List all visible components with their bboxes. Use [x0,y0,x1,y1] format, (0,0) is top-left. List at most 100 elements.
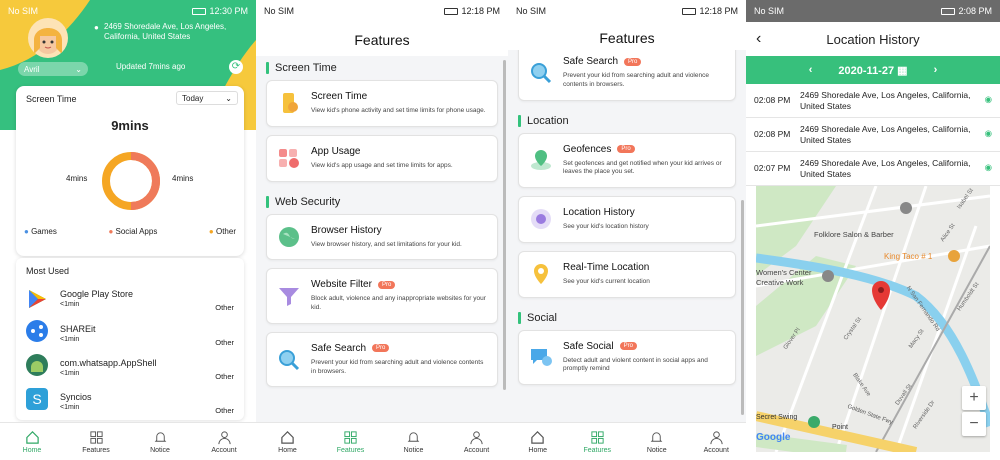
bottom-tab-bar: Home Features Notice Account [0,422,256,460]
app-category: Other [215,303,234,312]
grid-icon [89,430,103,444]
legend-label: Other [215,227,236,236]
entry-time: 02:07 PM [754,163,791,173]
feature-geofences[interactable]: Geofences Pro Set geofences and get notif… [518,132,736,189]
updated-text: Updated 7mins ago [116,62,186,71]
location-entry[interactable]: 02:07 PM 2469 Shoredale Ave, Los Angeles… [746,152,1000,186]
feature-desc: View kid's phone activity and set time l… [311,107,486,114]
prev-date-icon[interactable]: ‹ [809,64,813,76]
zoom-in-button[interactable]: + [962,386,986,410]
section-label: Social [527,311,557,324]
legend-other: ● Other [208,227,236,236]
app-row[interactable] [26,288,48,313]
feature-desc: See your kid's location history [563,223,649,231]
app-row[interactable] [26,320,48,345]
tab-label: Home [22,446,42,454]
location-dot-icon: ◉ [984,162,992,172]
map-label: Women's Center Creative Work [756,268,812,287]
child-name: Avril [24,64,40,74]
tab-notice[interactable]: Notice [627,430,687,454]
tab-features[interactable]: Features [319,430,382,454]
child-selector[interactable]: Avril ⌄ [18,62,88,76]
clock-text: 12:18 PM [699,6,738,16]
app-category: Other [215,372,234,381]
location-dot-icon: ◉ [984,128,992,138]
carrier-text: No SIM [8,6,39,16]
tab-label: Account [703,446,729,454]
feature-title: Safe Search [563,56,619,67]
tab-account[interactable]: Account [687,430,747,454]
feature-safe-social[interactable]: Safe Social Pro Detect adult and violent … [518,329,736,386]
grid-icon [344,430,357,444]
map-view[interactable]: Folklore Salon & Barber King Taco # 1 Wo… [756,186,990,452]
tab-label: Account [463,446,490,454]
tab-label: Notice [646,446,667,454]
google-logo: Google [756,432,791,443]
tab-features[interactable]: Features [64,430,128,454]
zoom-out-button[interactable]: − [962,412,986,436]
app-name: com.whatsapp.AppShell [60,358,157,368]
phone-icon [283,93,298,114]
feature-screen-time[interactable]: Screen Time View kid's phone activity an… [266,80,498,127]
page-title: Location History [826,31,920,47]
next-date-icon[interactable]: › [934,64,938,76]
tab-account[interactable]: Account [192,430,256,454]
tab-notice[interactable]: Notice [128,430,192,454]
tab-account[interactable]: Account [445,430,508,454]
feature-title: Screen Time [311,91,368,102]
legend-label: Games [31,227,57,236]
period-dropdown[interactable]: Today ⌄ [176,91,238,105]
apps-icon [279,149,299,169]
globe-icon [279,226,299,247]
refresh-icon[interactable]: ⟳ [229,60,243,74]
pin-icon [534,264,548,285]
feature-title: Safe Social [563,340,614,352]
app-name: Google Play Store [60,289,134,299]
entry-time: 02:08 PM [754,95,791,105]
tab-notice[interactable]: Notice [382,430,445,454]
app-row[interactable]: S [26,388,48,413]
legend: ● Games ● Social Apps ● Other [24,227,236,236]
period-value: Today [182,93,204,103]
status-bar: No SIM 2:08 PM [746,0,1000,22]
bottom-tab-bar: Home Features Notice Account [256,422,508,460]
battery-icon [682,7,697,15]
app-category: Other [215,338,234,347]
legend-social: ● Social Apps [108,227,158,236]
location-dot-icon: ◉ [984,94,992,104]
tab-home[interactable]: Home [256,430,319,454]
tab-label: Account [211,446,237,454]
location-list: 02:08 PM 2469 Shoredale Ave, Los Angeles… [746,84,1000,186]
right-value: 4mins [172,174,194,183]
feature-safe-search[interactable]: Safe Search Pro Prevent your kid from sea… [518,50,736,101]
shareit-icon [26,320,48,342]
app-time: <1min [60,404,80,411]
feature-browser-history[interactable]: Browser History View browser history, an… [266,213,498,261]
avatar[interactable] [28,18,68,58]
feature-real-time-location[interactable]: Real-Time Location See your kid's curren… [518,250,736,298]
app-row[interactable] [26,354,48,379]
clock-text: 12:30 PM [209,6,248,16]
back-arrow-icon[interactable]: ‹ [756,30,761,48]
tab-label: Features [583,446,612,454]
page-title: Features [599,30,655,46]
tab-home[interactable]: Home [0,430,64,454]
feature-location-history[interactable]: Location History See your kid's location… [518,196,736,243]
feature-safe-search[interactable]: Safe Search Pro Prevent your kid from sea… [266,331,498,388]
scrollbar[interactable] [741,200,744,415]
carrier-text: No SIM [264,6,295,16]
tab-home[interactable]: Home [508,430,568,454]
bottom-tab-bar: Home Features Notice Account [508,422,746,460]
date-picker[interactable]: 2020-11-27 ▦ [838,64,907,77]
tab-features[interactable]: Features [568,430,628,454]
section-header: Web Security [256,190,508,214]
feature-title: Location History [563,207,635,219]
location-entry[interactable]: 02:08 PM 2469 Shoredale Ave, Los Angeles… [746,118,1000,152]
location-entry[interactable]: 02:08 PM 2469 Shoredale Ave, Los Angeles… [746,84,1000,118]
scrollbar[interactable] [503,60,506,390]
bell-icon [650,431,663,442]
address-text: 2469 Shoredale Ave, Los Angeles, Califor… [104,22,227,42]
feature-app-usage[interactable]: App Usage View kid's app usage and set t… [266,134,498,182]
feature-website-filter[interactable]: Website Filter Pro Block adult, violence … [266,268,498,324]
page-title: Features [354,32,410,48]
